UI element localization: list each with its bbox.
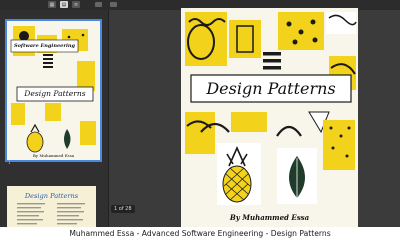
thumbnail-2-text-lines <box>17 203 85 225</box>
sidebar-mode-tabs: ▦ ▤ ≡ <box>48 1 80 9</box>
toolbar-actions <box>95 2 117 8</box>
thumbnail-page-number: 1 <box>8 160 11 165</box>
thumbnail-sidebar[interactable]: Software Engineering Design Patterns By … <box>0 10 109 227</box>
thumbnail-view-icon[interactable]: ▤ <box>60 1 68 8</box>
thumbnail-author: By Muhammed Essa <box>32 153 75 158</box>
document-page: Design Patterns By Muhammed Essa <box>181 8 358 227</box>
thumbnail-title: Design Patterns <box>24 89 86 98</box>
outline-view-icon[interactable]: ≡ <box>72 1 80 8</box>
toolbar-pen-icon[interactable] <box>95 2 102 7</box>
thumbnail-subtitle: Software Engineering <box>13 43 75 49</box>
video-caption: Muhammed Essa - Advanced Software Engine… <box>0 227 400 240</box>
cover-artwork <box>181 8 358 227</box>
page-thumbnail-1[interactable]: Software Engineering Design Patterns By … <box>5 19 102 162</box>
page-counter: 1 of 28 <box>111 205 135 213</box>
toolbar-share-icon[interactable] <box>110 2 117 7</box>
grid-view-icon[interactable]: ▦ <box>48 1 56 8</box>
page-thumbnail-2[interactable]: Design Patterns <box>7 186 96 227</box>
pdf-viewer: ▦ ▤ ≡ Software Engineering Design Patter… <box>0 0 400 227</box>
cover-author: By Muhammed Essa <box>229 213 310 222</box>
cover-title: Design Patterns <box>206 79 336 98</box>
